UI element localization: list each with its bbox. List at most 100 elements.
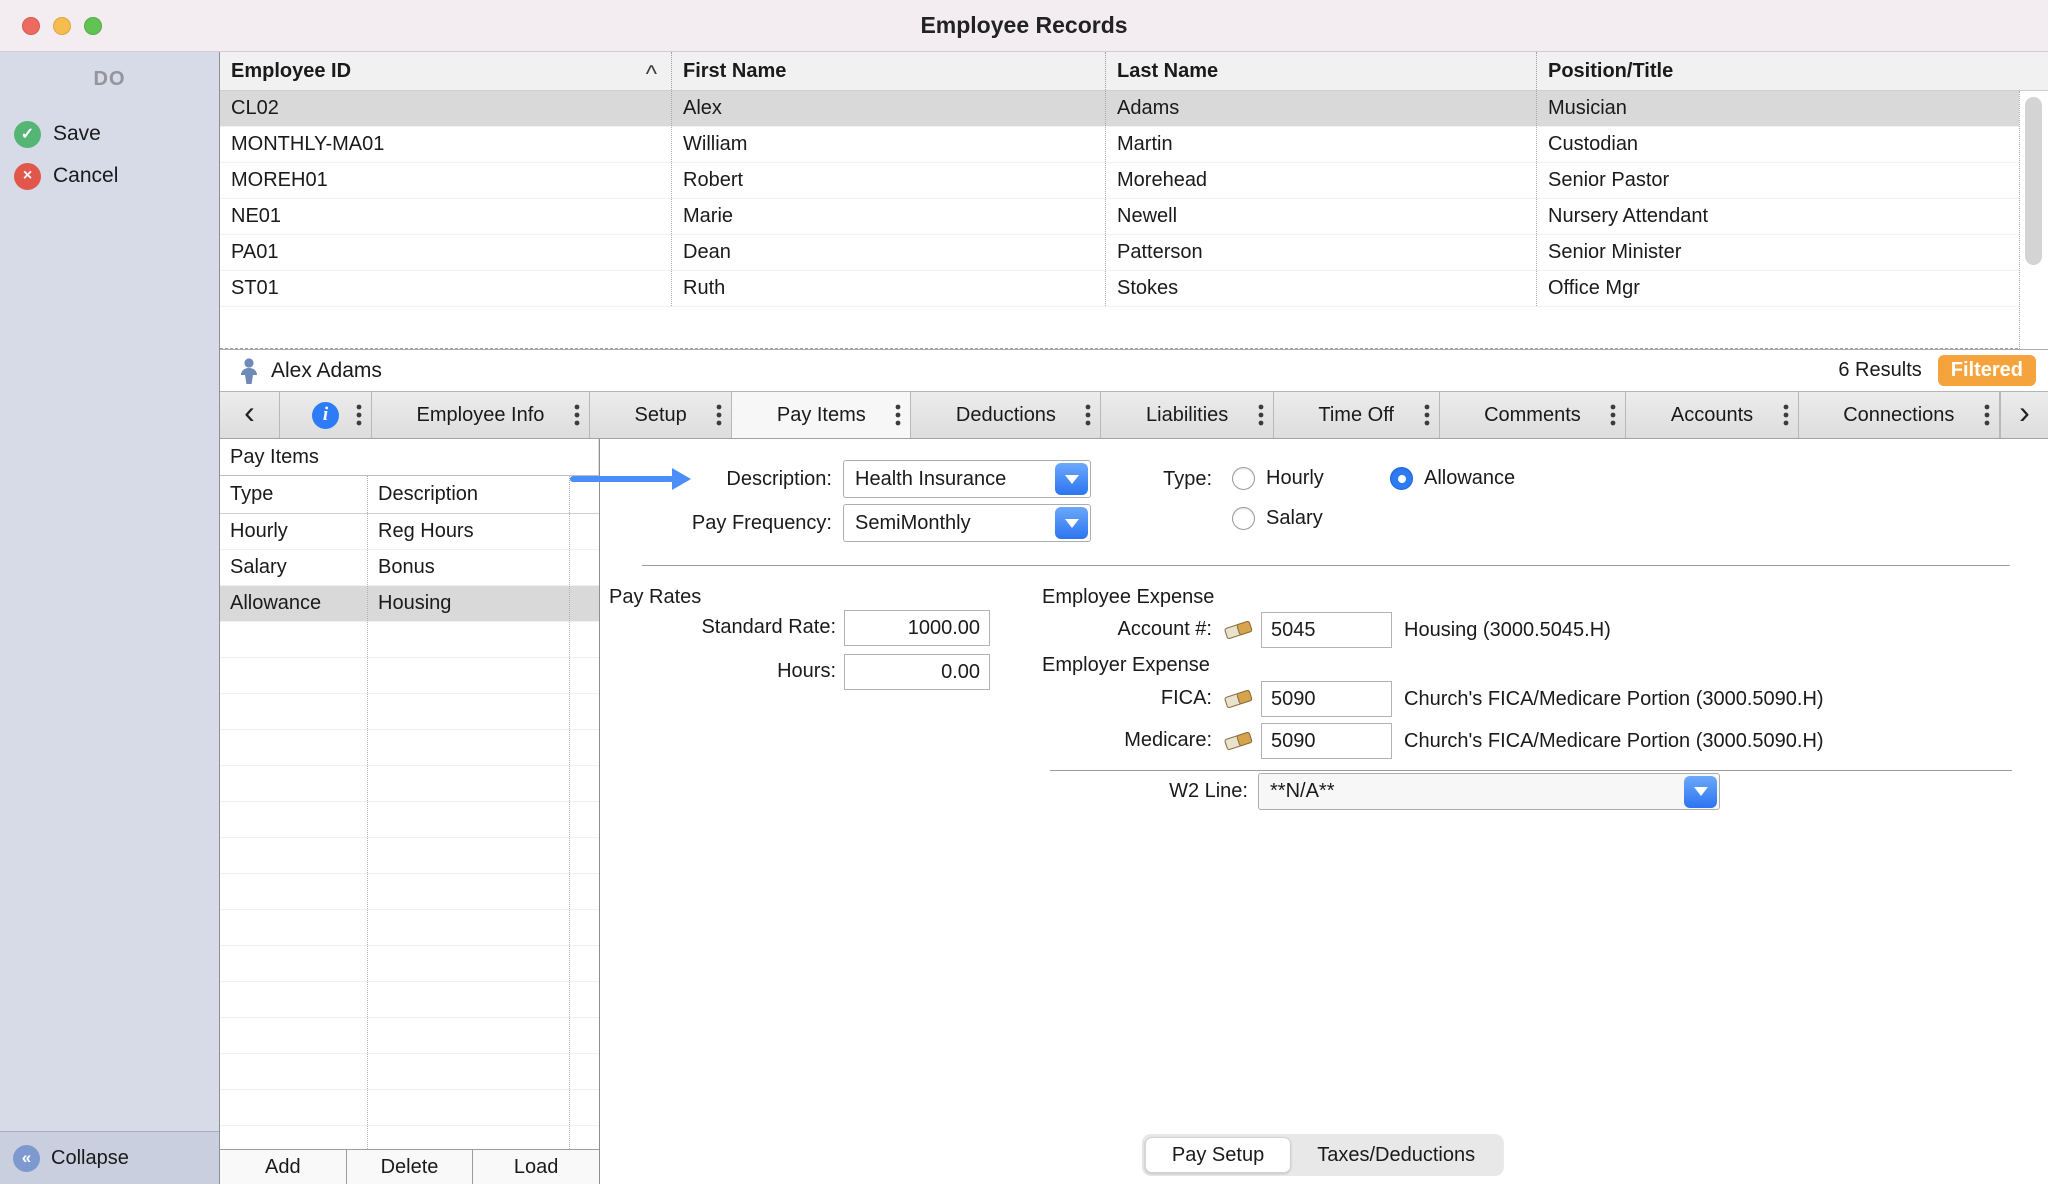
section-divider: [1050, 770, 2012, 771]
column-header-employee-id[interactable]: Employee ID ^: [220, 52, 672, 90]
tab-time-off[interactable]: Time Off: [1274, 392, 1440, 438]
pay-items-body: HourlyReg HoursSalaryBonusAllowanceHousi…: [220, 514, 599, 1149]
employee-row[interactable]: MONTHLY-MA01WilliamMartinCustodian: [220, 127, 2048, 163]
tabs-scroll-right-button[interactable]: ›: [2000, 392, 2048, 438]
tab-connections[interactable]: Connections: [1799, 392, 2000, 438]
tab-menu-icon[interactable]: [716, 404, 722, 426]
cancel-button[interactable]: × Cancel: [0, 155, 219, 197]
employee-row[interactable]: MOREH01RobertMoreheadSenior Pastor: [220, 163, 2048, 199]
w2-line-dropdown[interactable]: **N/A**: [1258, 773, 1720, 810]
chevron-down-icon[interactable]: [1055, 507, 1088, 539]
tab-pay-setup[interactable]: Pay Setup: [1145, 1137, 1291, 1173]
delete-button[interactable]: Delete: [347, 1150, 474, 1184]
tab-liabilities[interactable]: Liabilities: [1101, 392, 1273, 438]
pay-item-row[interactable]: [220, 838, 599, 874]
add-button[interactable]: Add: [220, 1150, 347, 1184]
tab-label: Time Off: [1318, 404, 1394, 427]
tab-menu-icon[interactable]: [1610, 404, 1616, 426]
employee-cell: PA01: [220, 235, 672, 270]
employee-row[interactable]: PA01DeanPattersonSenior Minister: [220, 235, 2048, 271]
medicare-field[interactable]: 5090: [1261, 723, 1392, 759]
description-dropdown[interactable]: Health Insurance: [843, 460, 1091, 498]
tab-menu-icon[interactable]: [1424, 404, 1430, 426]
pay-item-row[interactable]: [220, 1054, 599, 1090]
pay-frequency-dropdown[interactable]: SemiMonthly: [843, 504, 1091, 542]
pay-item-row[interactable]: HourlyReg Hours: [220, 514, 599, 550]
tab-menu-icon[interactable]: [1783, 404, 1789, 426]
pay-item-row[interactable]: [220, 766, 599, 802]
pay-item-row[interactable]: [220, 1018, 599, 1054]
pay-items-buttons: Add Delete Load: [220, 1149, 599, 1184]
tab-deductions[interactable]: Deductions: [911, 392, 1101, 438]
tab-record-info[interactable]: i: [280, 392, 372, 438]
tab-menu-icon[interactable]: [895, 404, 901, 426]
pay-item-type: [220, 1018, 368, 1053]
tab-menu-icon[interactable]: [1258, 404, 1264, 426]
account-number-field[interactable]: 5045: [1261, 612, 1392, 648]
account-lookup-icon[interactable]: [1222, 685, 1254, 711]
pay-item-row[interactable]: [220, 802, 599, 838]
column-header-position-title[interactable]: Position/Title: [1537, 52, 2048, 90]
chevron-down-icon[interactable]: [1684, 776, 1717, 808]
pay-item-row[interactable]: [220, 658, 599, 694]
vertical-scrollbar[interactable]: [2019, 91, 2048, 349]
tab-menu-icon[interactable]: [1984, 404, 1990, 426]
radio-allowance[interactable]: Allowance: [1390, 466, 1515, 490]
column-header-type[interactable]: Type: [220, 476, 368, 513]
tab-bar: ‹ i Employee InfoSetupPay ItemsDeduction…: [220, 391, 2048, 439]
pay-item-row[interactable]: [220, 946, 599, 982]
tab-menu-icon[interactable]: [1085, 404, 1091, 426]
chevron-down-icon[interactable]: [1055, 463, 1088, 495]
tab-label: Accounts: [1671, 404, 1753, 427]
employee-row[interactable]: CL02AlexAdamsMusician: [220, 91, 2048, 127]
employee-cell: CL02: [220, 91, 672, 126]
column-header-description[interactable]: Description: [368, 476, 569, 513]
radio-hourly[interactable]: Hourly: [1232, 466, 1324, 490]
list-scrollbar-gutter: [569, 766, 599, 801]
pay-item-row[interactable]: [220, 910, 599, 946]
pay-item-row[interactable]: [220, 730, 599, 766]
zoom-icon[interactable]: [84, 17, 102, 35]
radio-salary[interactable]: Salary: [1232, 506, 1323, 530]
pay-item-row[interactable]: [220, 622, 599, 658]
pay-item-row[interactable]: [220, 1126, 599, 1149]
hours-field[interactable]: 0.00: [844, 654, 990, 690]
account-lookup-icon[interactable]: [1222, 616, 1254, 642]
load-button[interactable]: Load: [473, 1150, 599, 1184]
pay-item-row[interactable]: [220, 694, 599, 730]
employee-records-window: Employee Records DO ✓ Save × Cancel « Co…: [0, 0, 2048, 1184]
fica-field[interactable]: 5090: [1261, 681, 1392, 717]
employee-row[interactable]: NE01MarieNewellNursery Attendant: [220, 199, 2048, 235]
pay-item-row[interactable]: [220, 982, 599, 1018]
tab-accounts[interactable]: Accounts: [1626, 392, 1798, 438]
pay-item-type: [220, 730, 368, 765]
employee-expense-title: Employee Expense: [1042, 580, 1214, 614]
employee-cell: Alex: [672, 91, 1106, 126]
tab-taxes-deductions[interactable]: Taxes/Deductions: [1291, 1138, 1501, 1172]
employee-row[interactable]: ST01RuthStokesOffice Mgr: [220, 271, 2048, 307]
sort-ascending-icon: ^: [646, 70, 657, 80]
pay-item-description: [368, 1126, 569, 1149]
close-icon[interactable]: [22, 17, 40, 35]
collapse-button[interactable]: « Collapse: [0, 1131, 219, 1184]
vertical-scrollbar-thumb[interactable]: [2025, 97, 2042, 265]
pay-item-row[interactable]: [220, 1090, 599, 1126]
account-lookup-icon[interactable]: [1222, 727, 1254, 753]
standard-rate-field[interactable]: 1000.00: [844, 610, 990, 646]
filtered-badge[interactable]: Filtered: [1938, 355, 2036, 386]
pay-item-row[interactable]: SalaryBonus: [220, 550, 599, 586]
column-header-last-name[interactable]: Last Name: [1106, 52, 1537, 90]
pay-item-row[interactable]: [220, 874, 599, 910]
minimize-icon[interactable]: [53, 17, 71, 35]
tab-pay-items[interactable]: Pay Items: [732, 392, 911, 438]
tab-setup[interactable]: Setup: [590, 392, 732, 438]
tabs-scroll-left-button[interactable]: ‹: [220, 392, 280, 438]
tab-comments[interactable]: Comments: [1440, 392, 1627, 438]
column-header-first-name[interactable]: First Name: [672, 52, 1106, 90]
tab-menu-icon[interactable]: [356, 404, 362, 426]
tab-employee-info[interactable]: Employee Info: [372, 392, 590, 438]
record-bar: Alex Adams 6 Results Filtered: [220, 349, 2048, 391]
save-button[interactable]: ✓ Save: [0, 113, 219, 155]
tab-menu-icon[interactable]: [574, 404, 580, 426]
pay-item-row[interactable]: AllowanceHousing: [220, 586, 599, 622]
